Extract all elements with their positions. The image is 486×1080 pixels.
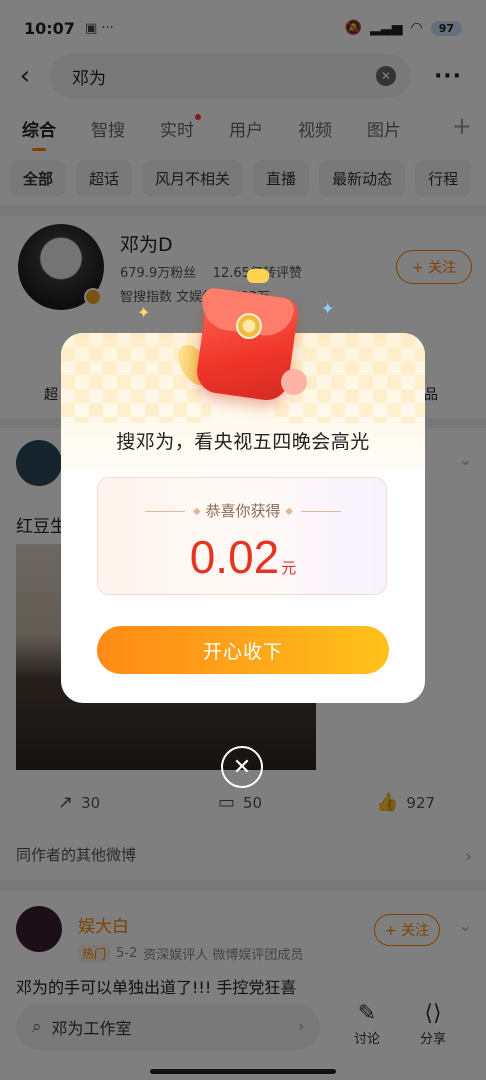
accept-button[interactable]: 开心收下 (97, 626, 389, 674)
prize-label: 恭喜你获得 (205, 502, 281, 520)
prize-value: 0.02 (189, 531, 280, 583)
dialog-title: 搜邓为，看央视五四晚会高光 (116, 431, 370, 453)
close-icon[interactable]: ✕ (221, 746, 263, 788)
red-packet-dialog: ✦ ✦ 搜邓为，看央视五四晚会高光 ◆ 恭喜你获得 ◆ 0.02 元 开心收下 (61, 269, 425, 703)
red-envelope-icon: ✦ ✦ (137, 269, 335, 413)
sparkle-icon: ✦ (137, 303, 151, 322)
search-results-screen: 10:07 ▣ ··· 🔕 ▂▃▅ ◠ 97 ‹ 邓为 ✕ ··· 综合 智搜 … (0, 0, 486, 1080)
bow-icon (247, 269, 269, 283)
envelope-seal (236, 313, 262, 339)
sparkle-icon: ✦ (321, 299, 335, 318)
flower-icon (281, 369, 307, 395)
prize-amount: 0.02 元 (98, 530, 388, 584)
prize-unit: 元 (281, 559, 297, 577)
prize-box: ◆ 恭喜你获得 ◆ 0.02 元 (97, 477, 387, 595)
